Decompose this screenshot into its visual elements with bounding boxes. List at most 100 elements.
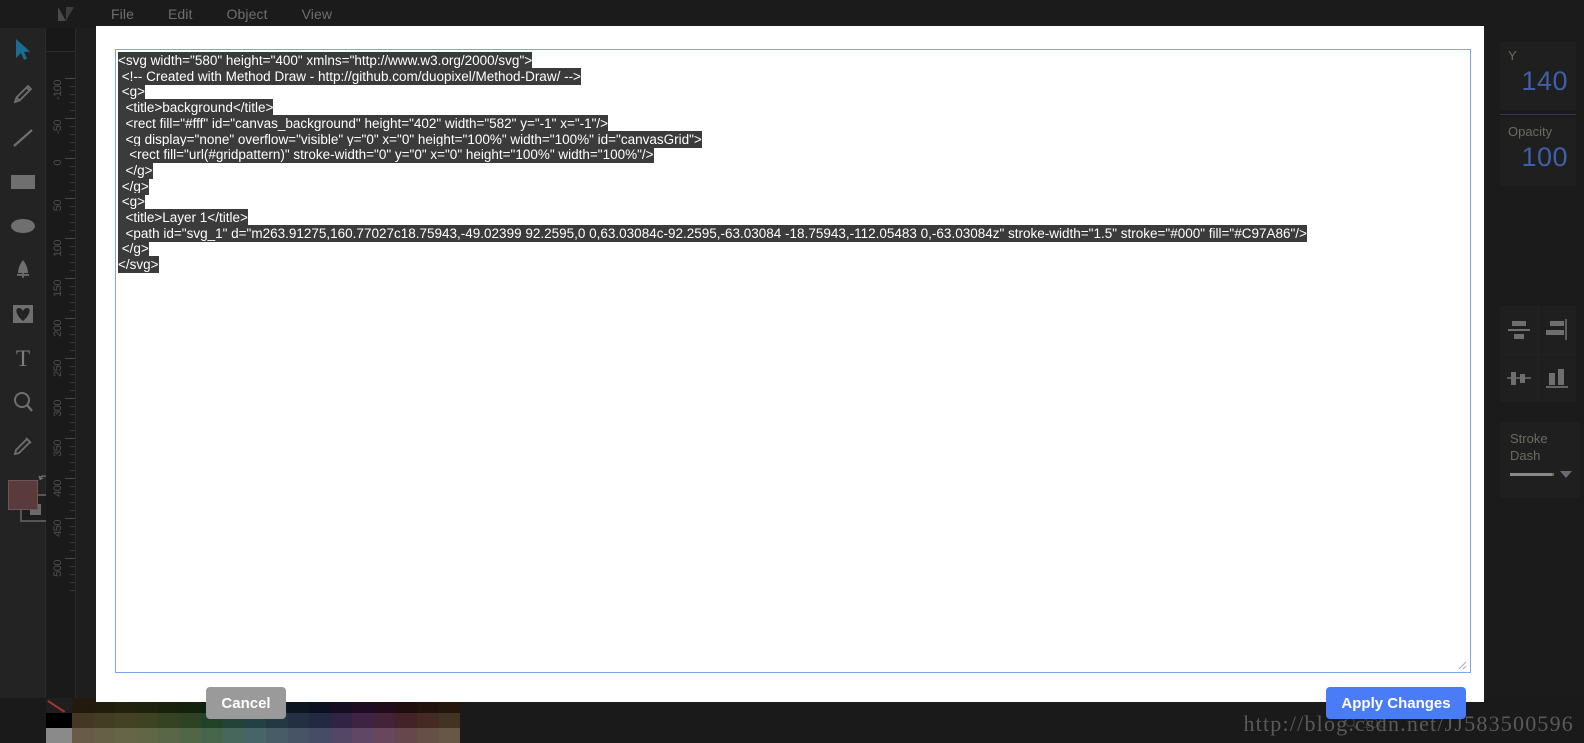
ruler-tick-minor xyxy=(70,86,75,87)
ruler-tick-minor xyxy=(70,350,75,351)
select-tool[interactable] xyxy=(0,28,46,72)
field-opacity[interactable]: Opacity 100 xyxy=(1500,118,1576,186)
palette-swatch[interactable] xyxy=(417,713,439,728)
palette-swatch[interactable] xyxy=(158,713,180,728)
palette-swatch[interactable] xyxy=(352,728,374,743)
ruler-tick-minor xyxy=(70,182,75,183)
ruler-tick-minor xyxy=(70,550,75,551)
palette-swatch[interactable] xyxy=(136,713,159,728)
magnifier-icon[interactable] xyxy=(0,380,46,424)
ruler-label: 500 xyxy=(52,560,64,577)
pen-nib-tool[interactable] xyxy=(0,248,46,292)
palette-swatch[interactable] xyxy=(266,728,288,743)
ellipse-tool[interactable] xyxy=(0,204,46,248)
palette-swatch[interactable] xyxy=(395,728,417,743)
fill-stroke-swatches xyxy=(0,472,52,532)
ruler-tick-minor xyxy=(70,542,75,543)
menu-item-edit[interactable]: Edit xyxy=(168,6,193,22)
align-vertical-center-icon[interactable] xyxy=(1500,306,1538,354)
palette-swatch[interactable] xyxy=(179,728,202,743)
palette-swatch[interactable] xyxy=(222,728,245,743)
palette-swatch[interactable] xyxy=(136,728,159,743)
palette-swatch[interactable] xyxy=(201,728,223,743)
field-y-label: Y xyxy=(1508,48,1517,63)
palette-swatch[interactable] xyxy=(158,728,180,743)
ruler-label: 400 xyxy=(52,480,64,497)
stroke-dash-label-1: Stroke xyxy=(1510,431,1548,446)
palette-swatch[interactable] xyxy=(330,713,353,728)
ruler-tick-major xyxy=(65,278,75,279)
palette-swatch[interactable] xyxy=(93,728,116,743)
palette-swatch[interactable] xyxy=(72,698,94,713)
ruler-tick-minor xyxy=(70,470,75,471)
palette-swatch[interactable] xyxy=(417,728,439,743)
align-buttons-grid xyxy=(1500,306,1576,402)
no-color-icon[interactable] xyxy=(46,698,72,713)
ruler-label: 450 xyxy=(52,520,64,537)
code-line: <!-- Created with Method Draw - http://g… xyxy=(118,67,581,85)
palette-swatch[interactable] xyxy=(93,713,116,728)
palette-swatch[interactable] xyxy=(72,713,94,728)
palette-swatch[interactable] xyxy=(115,728,137,743)
field-opacity-label: Opacity xyxy=(1508,124,1553,139)
pencil-tool[interactable] xyxy=(0,72,46,116)
palette-swatch[interactable] xyxy=(395,713,417,728)
palette-swatch[interactable] xyxy=(438,728,461,743)
ruler-tick-minor xyxy=(70,302,75,303)
field-y[interactable]: Y 140 xyxy=(1500,42,1576,110)
code-line: <path id="svg_1" d="m263.91275,160.77027… xyxy=(118,224,1307,242)
ruler-tick-minor xyxy=(70,534,75,535)
menu-item-object[interactable]: Object xyxy=(227,6,268,22)
ruler-label: 0 xyxy=(52,160,64,166)
palette-swatch[interactable] xyxy=(115,713,137,728)
ruler-tick-minor xyxy=(70,574,75,575)
stroke-dash-label-2: Dash xyxy=(1510,448,1541,463)
palette-swatch[interactable] xyxy=(330,728,353,743)
align-bottom-icon[interactable] xyxy=(1538,354,1576,402)
line-tool[interactable] xyxy=(0,116,46,160)
palette-gray[interactable] xyxy=(46,728,72,743)
palette-swatch[interactable] xyxy=(309,728,331,743)
rectangle-tool[interactable] xyxy=(0,160,46,204)
ruler-tick-minor xyxy=(70,110,75,111)
fill-color-swatch[interactable] xyxy=(8,480,38,510)
method-draw-logo-icon[interactable] xyxy=(55,6,77,22)
resize-grip-icon[interactable] xyxy=(1455,657,1467,670)
chevron-down-icon[interactable] xyxy=(1560,471,1572,478)
palette-swatch[interactable] xyxy=(438,713,461,728)
field-y-value[interactable]: 140 xyxy=(1508,64,1576,98)
cancel-button[interactable]: Cancel xyxy=(206,687,286,719)
align-right-icon[interactable] xyxy=(1538,306,1576,354)
ruler-tick-minor xyxy=(70,510,75,511)
palette-swatch[interactable] xyxy=(309,713,331,728)
palette-swatch[interactable] xyxy=(72,728,94,743)
field-opacity-value[interactable]: 100 xyxy=(1508,140,1576,174)
menu-item-view[interactable]: View xyxy=(302,6,333,22)
ruler-label: 100 xyxy=(52,240,64,257)
palette-swatch[interactable] xyxy=(373,728,396,743)
palette-swatch[interactable] xyxy=(352,713,374,728)
align-horizontal-center-icon[interactable] xyxy=(1500,354,1538,402)
palette-black[interactable] xyxy=(46,713,72,728)
ruler-corner xyxy=(46,28,76,52)
palette-swatch[interactable] xyxy=(373,713,396,728)
code-line: </svg> xyxy=(118,256,159,274)
menu-item-file[interactable]: File xyxy=(111,6,134,22)
palette-swatch[interactable] xyxy=(244,728,267,743)
eyedropper-tool[interactable] xyxy=(0,424,46,468)
vertical-ruler: -100 -50 0 50 100 150 200 250 300 350 400 450 500 xyxy=(46,28,76,698)
palette-swatch[interactable] xyxy=(287,728,310,743)
ruler-tick-minor xyxy=(70,190,75,191)
ruler-tick-minor xyxy=(70,414,75,415)
apply-changes-button[interactable]: Apply Changes xyxy=(1326,687,1466,719)
svg-source-textarea[interactable]: <svg width="580" height="400" xmlns="htt… xyxy=(115,49,1471,673)
ruler-tick-minor xyxy=(70,142,75,143)
code-line: <title>Layer 1</title> xyxy=(118,209,248,227)
palette-swatch[interactable] xyxy=(287,713,310,728)
ruler-tick-minor xyxy=(70,446,75,447)
palette-swatch[interactable] xyxy=(179,713,202,728)
ruler-tick-minor xyxy=(70,374,75,375)
shape-tool[interactable] xyxy=(0,292,46,336)
text-tool[interactable]: T xyxy=(0,336,46,380)
stroke-dash-control[interactable]: Stroke Dash xyxy=(1500,422,1580,498)
